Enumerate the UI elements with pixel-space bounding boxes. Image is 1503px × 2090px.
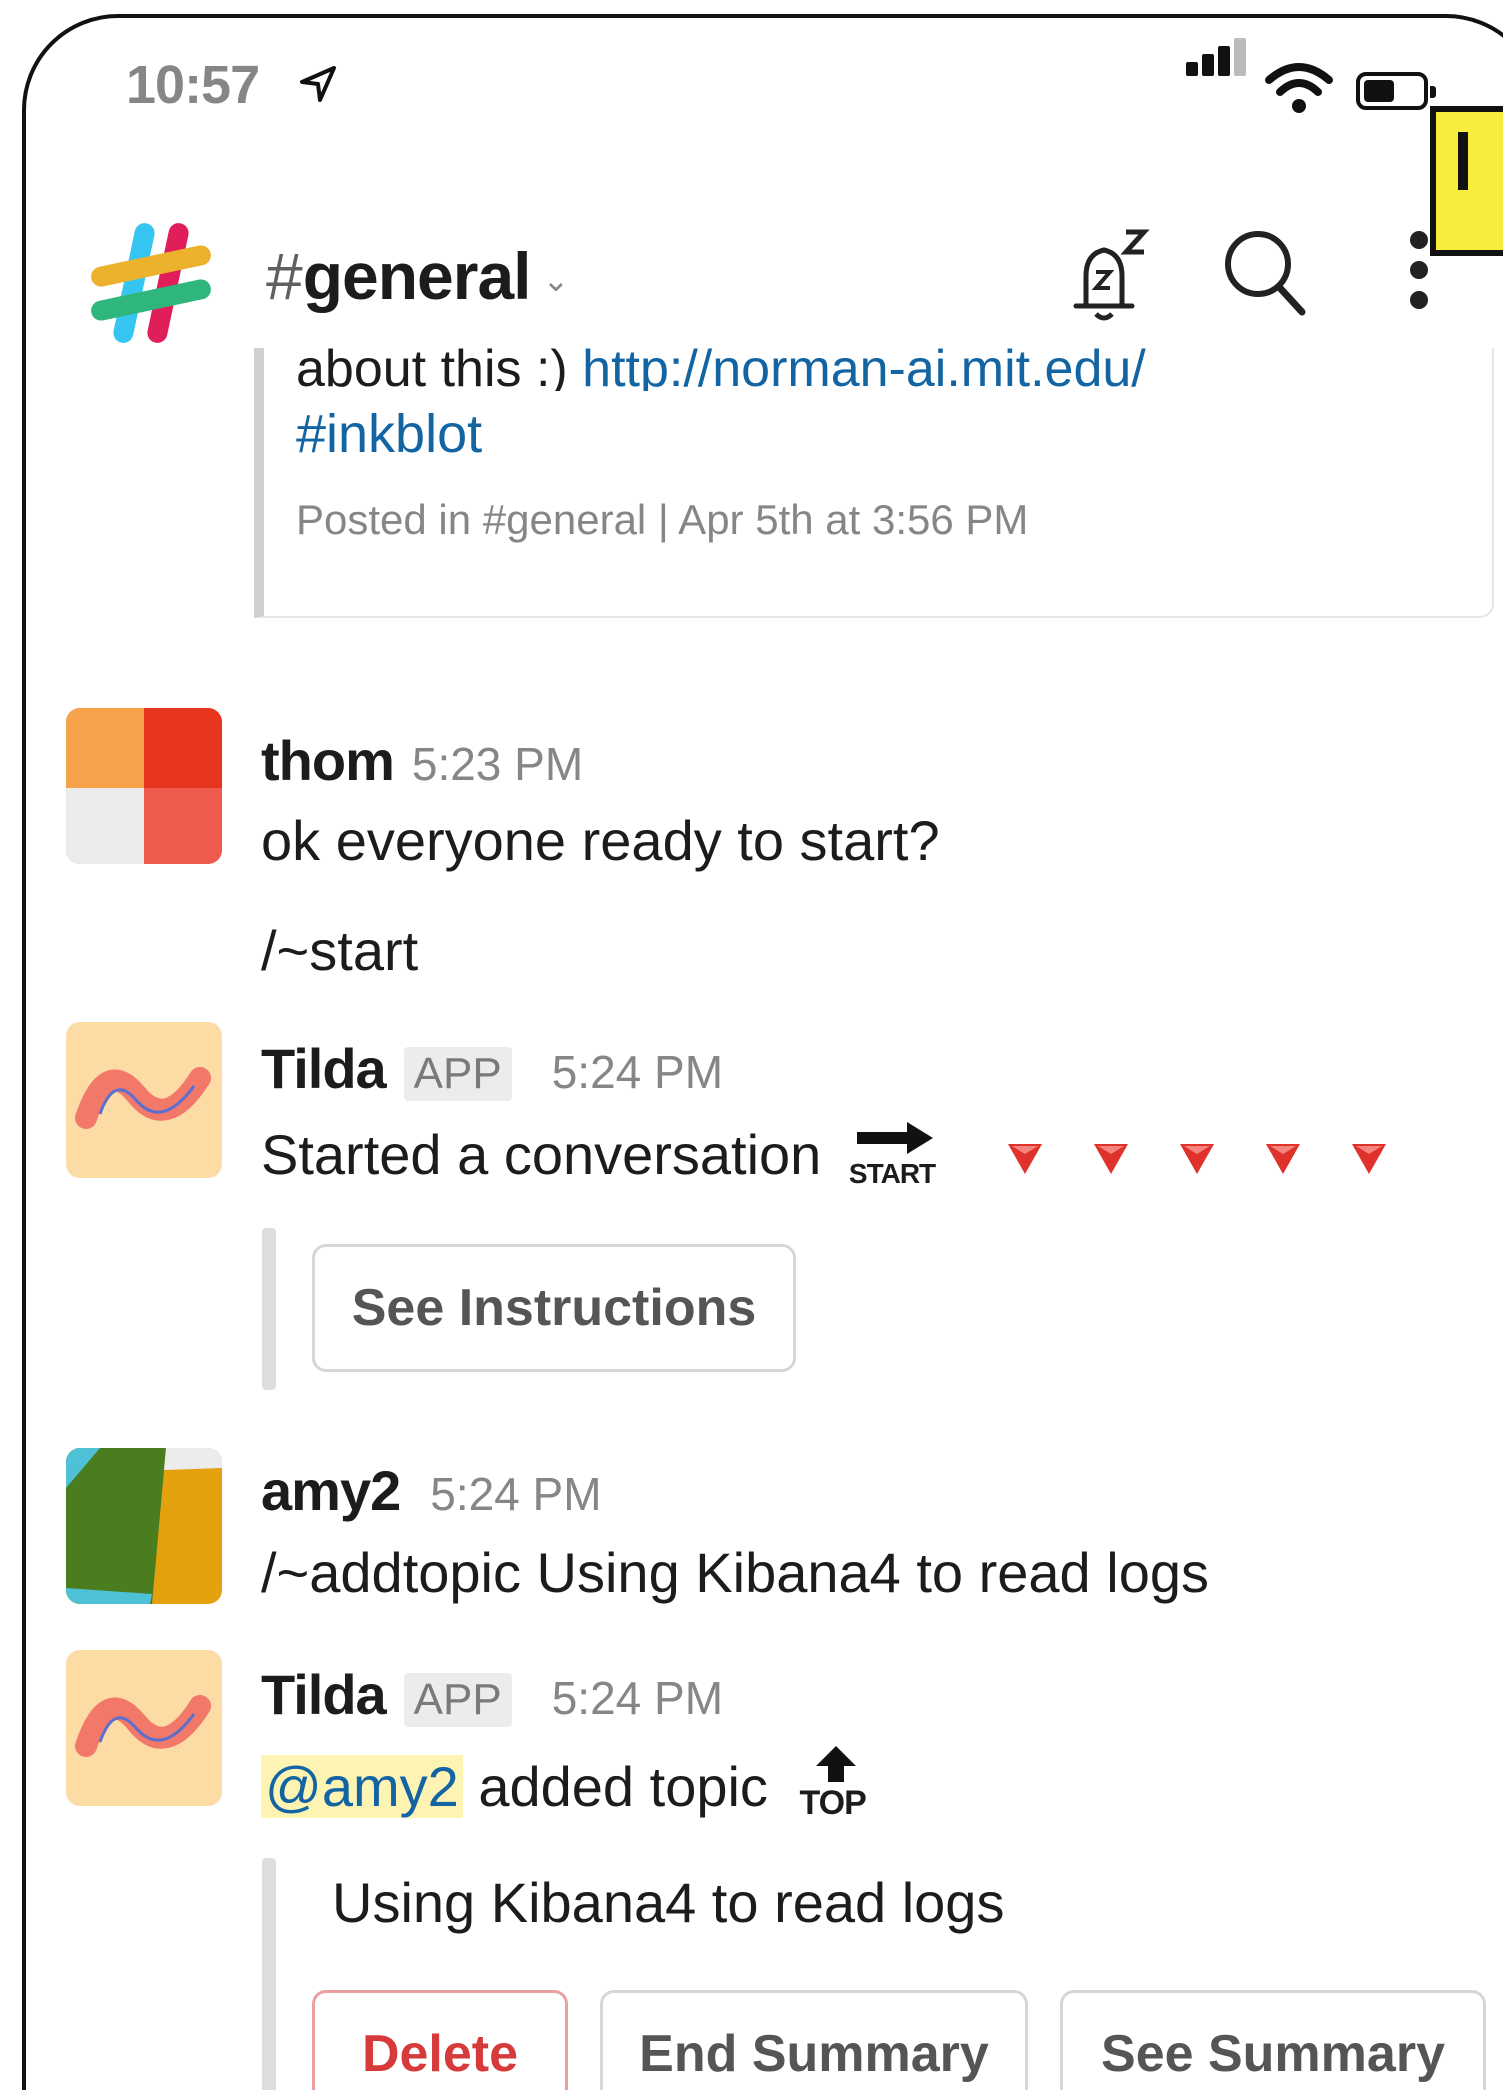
app-badge: APP bbox=[403, 1047, 512, 1101]
top-emoji: TOP bbox=[796, 1744, 876, 1824]
message-text: /~start bbox=[261, 919, 419, 982]
message-text: Started a conversation START bbox=[261, 1118, 1388, 1189]
timestamp[interactable]: 5:24 PM bbox=[552, 1672, 723, 1724]
start-label: START bbox=[848, 1158, 936, 1189]
phone-frame: 10:57 #general ⌄ about this:) http://no… bbox=[22, 14, 1503, 2090]
message-text-content: Started a conversation bbox=[261, 1123, 822, 1186]
username[interactable]: thom bbox=[261, 729, 395, 792]
username[interactable]: Tilda bbox=[261, 1663, 387, 1726]
red-triangle-icon bbox=[1352, 1144, 1387, 1175]
attachment-bar bbox=[262, 1228, 276, 1390]
end-summary-button[interactable]: End Summary bbox=[600, 1990, 1028, 2090]
wifi-icon bbox=[1265, 63, 1333, 113]
avatar[interactable] bbox=[66, 1448, 222, 1604]
location-arrow-icon bbox=[300, 66, 336, 102]
message-text: ok everyone ready to start? bbox=[261, 809, 940, 872]
see-instructions-button[interactable]: See Instructions bbox=[312, 1244, 796, 1372]
red-triangle-icon bbox=[1008, 1144, 1043, 1175]
message-text: @amy2 added topic TOP bbox=[261, 1744, 876, 1824]
status-time: 10:57 bbox=[126, 55, 260, 115]
avatar[interactable] bbox=[66, 708, 222, 864]
red-triangle-icon bbox=[1180, 1144, 1215, 1175]
arrow-right-icon bbox=[856, 1122, 933, 1154]
channel-title[interactable]: #general ⌄ bbox=[266, 238, 569, 314]
timestamp[interactable]: 5:24 PM bbox=[430, 1468, 601, 1520]
timestamp[interactable]: 5:24 PM bbox=[552, 1046, 723, 1098]
app-badge: APP bbox=[403, 1673, 512, 1727]
channel-name: general bbox=[302, 239, 532, 313]
message-header: Tilda APP 5:24 PM bbox=[261, 1662, 723, 1727]
message-text-content: added topic bbox=[462, 1755, 768, 1818]
user-mention[interactable]: @amy2 bbox=[261, 1755, 463, 1818]
battery-icon bbox=[1356, 72, 1436, 110]
search-icon[interactable] bbox=[1222, 226, 1306, 316]
avatar[interactable] bbox=[66, 1650, 222, 1806]
shared-post-text: about this :) http://norman-ai.mit.edu/ bbox=[296, 343, 1146, 391]
see-summary-button[interactable]: See Summary bbox=[1060, 1990, 1486, 2090]
username[interactable]: amy2 bbox=[261, 1459, 401, 1522]
shared-post-hashtag[interactable]: #inkblot bbox=[296, 403, 482, 465]
avatar[interactable] bbox=[66, 1022, 222, 1178]
message-header: thom 5:23 PM bbox=[261, 728, 583, 793]
message-text: /~addtopic Using Kibana4 to read logs bbox=[261, 1541, 1209, 1604]
shared-post-link[interactable]: http://norman-ai.mit.edu/ bbox=[582, 343, 1146, 391]
snooze-bell-icon[interactable] bbox=[1064, 226, 1150, 322]
arrow-up-icon bbox=[815, 1746, 856, 1782]
topic-text: Using Kibana4 to read logs bbox=[332, 1871, 1005, 1934]
username[interactable]: Tilda bbox=[261, 1037, 387, 1100]
attachment-bar bbox=[262, 1858, 276, 2090]
chevron-down-icon: ⌄ bbox=[542, 262, 570, 298]
slack-logo-icon[interactable] bbox=[86, 218, 216, 348]
red-triangle-icon bbox=[1266, 1144, 1301, 1175]
shared-post-text-partial: about this :) bbox=[296, 343, 583, 391]
start-emoji: START bbox=[847, 1118, 943, 1189]
shared-post-meta[interactable]: Posted in #general | Apr 5th at 3:56 PM bbox=[296, 496, 1028, 544]
message-header: amy2 5:24 PM bbox=[261, 1458, 602, 1523]
channel-header: #general ⌄ bbox=[26, 168, 1503, 358]
message-header: Tilda APP 5:24 PM bbox=[261, 1036, 723, 1101]
status-bar: 10:57 bbox=[26, 18, 1503, 148]
overlay-marker bbox=[1430, 106, 1503, 256]
delete-button[interactable]: Delete bbox=[312, 1990, 568, 2090]
timestamp[interactable]: 5:23 PM bbox=[412, 738, 583, 790]
channel-hash: # bbox=[266, 239, 303, 313]
top-label: TOP bbox=[799, 1784, 867, 1822]
red-triangle-icon bbox=[1094, 1144, 1129, 1175]
